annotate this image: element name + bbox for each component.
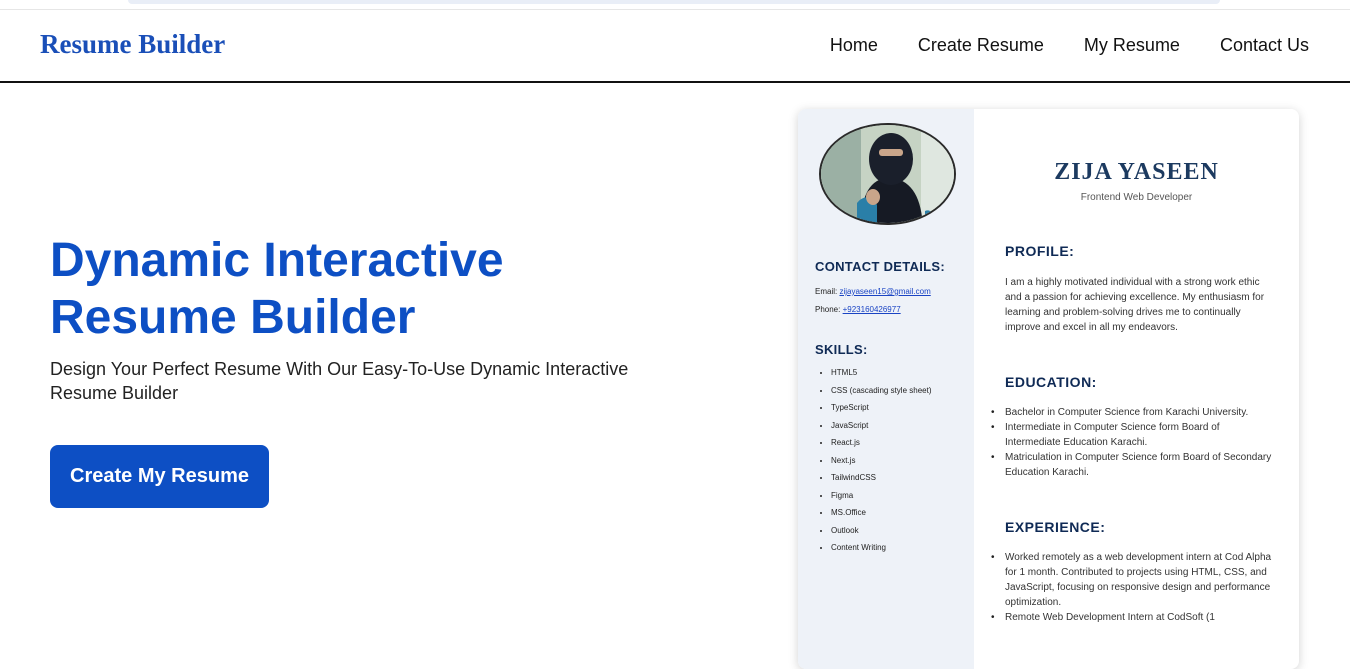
skill-item: MS.Office <box>831 507 941 518</box>
skills-heading: SKILLS: <box>815 342 868 357</box>
phone-line: Phone: +923160426977 <box>815 305 901 314</box>
nav-create-resume[interactable]: Create Resume <box>918 35 1044 56</box>
contact-details-heading: CONTACT DETAILS: <box>815 259 945 274</box>
education-heading: EDUCATION: <box>1005 374 1097 390</box>
skill-item: Next.js <box>831 455 941 466</box>
skill-item: Content Writing <box>831 542 941 553</box>
skill-item: Figma <box>831 490 941 501</box>
skill-item: TypeScript <box>831 402 941 413</box>
nav-my-resume[interactable]: My Resume <box>1084 35 1180 56</box>
experience-item: Remote Web Development Intern at CodSoft… <box>991 610 1277 625</box>
profile-heading: PROFILE: <box>1005 243 1075 259</box>
hero-title-line1: Dynamic Interactive <box>50 234 504 287</box>
profile-photo <box>819 123 956 225</box>
phone-link[interactable]: +923160426977 <box>843 305 901 314</box>
education-item: Matriculation in Computer Science form B… <box>991 450 1277 480</box>
top-bar-decoration <box>128 0 1220 4</box>
nav-links: Home Create Resume My Resume Contact Us <box>830 35 1309 56</box>
hero-subtitle: Design Your Perfect Resume With Our Easy… <box>50 359 629 403</box>
browser-top-strip <box>0 0 1350 10</box>
skill-item: TailwindCSS <box>831 472 941 483</box>
email-link[interactable]: zijayaseen15@gmail.com <box>839 287 930 296</box>
email-label: Email: <box>815 287 838 296</box>
experience-list: Worked remotely as a web development int… <box>991 550 1277 625</box>
nav-contact-us[interactable]: Contact Us <box>1220 35 1309 56</box>
experience-item: Worked remotely as a web development int… <box>991 550 1277 610</box>
hero-title-line2: Resume Builder <box>50 291 416 344</box>
create-my-resume-button[interactable]: Create My Resume <box>50 445 269 508</box>
skills-list: HTML5 CSS (cascading style sheet) TypeSc… <box>831 367 941 560</box>
skill-item: React.js <box>831 437 941 448</box>
resume-name: ZIJA YASEEN <box>1054 159 1219 185</box>
phone-label: Phone: <box>815 305 841 314</box>
skill-item: Outlook <box>831 525 941 536</box>
nav-home[interactable]: Home <box>830 35 878 56</box>
education-item: Intermediate in Computer Science form Bo… <box>991 420 1277 450</box>
resume-role: Frontend Web Developer <box>1080 192 1193 203</box>
resume-sidebar: CONTACT DETAILS: Email: zijayaseen15@gma… <box>798 109 974 669</box>
hero-title: Dynamic Interactive Resume Builder <box>50 232 690 346</box>
resume-preview-card: CONTACT DETAILS: Email: zijayaseen15@gma… <box>798 109 1299 669</box>
profile-text: I am a highly motivated individual with … <box>1005 277 1265 333</box>
education-item: Bachelor in Computer Science from Karach… <box>991 405 1277 420</box>
email-line: Email: zijayaseen15@gmail.com <box>815 287 931 296</box>
skill-item: JavaScript <box>831 420 941 431</box>
education-list: Bachelor in Computer Science from Karach… <box>991 405 1277 480</box>
navbar: Resume Builder Home Create Resume My Res… <box>0 10 1350 83</box>
brand-logo[interactable]: Resume Builder <box>40 29 225 60</box>
profile-photo-illustration <box>821 125 954 223</box>
skill-item: CSS (cascading style sheet) <box>831 385 941 396</box>
experience-heading: EXPERIENCE: <box>1005 519 1106 535</box>
skill-item: HTML5 <box>831 367 941 378</box>
